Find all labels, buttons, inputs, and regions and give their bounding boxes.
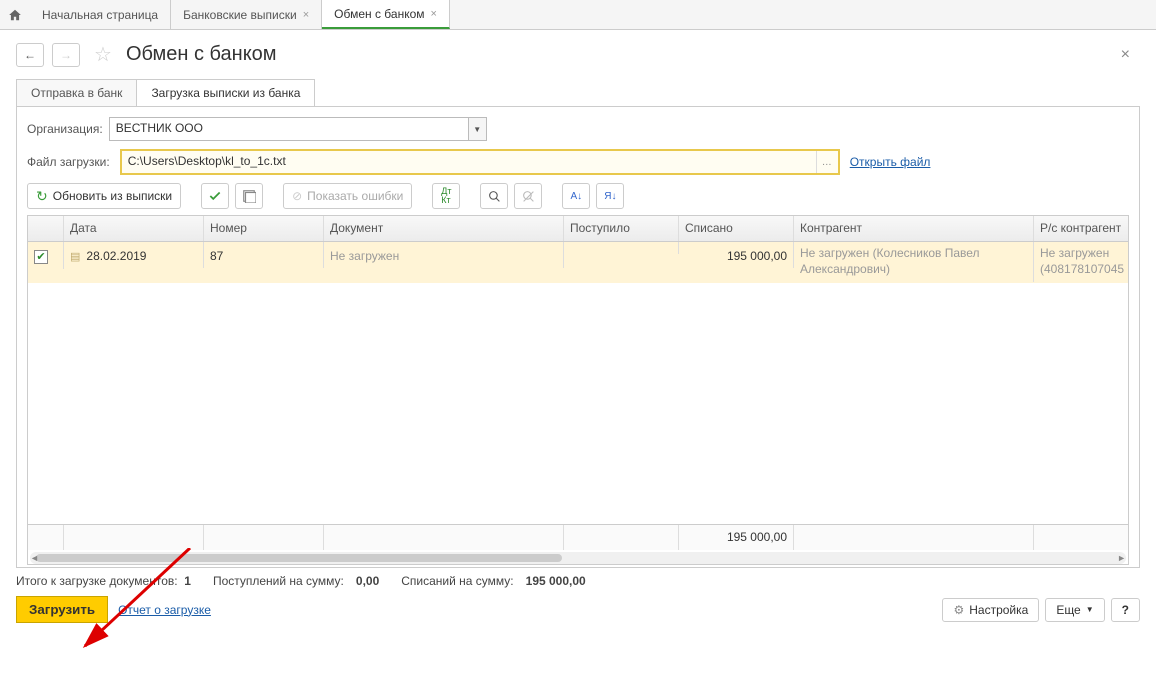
show-errors-button: ⊘ Показать ошибки [283, 183, 412, 209]
row-outgoing: 195 000,00 [679, 242, 794, 268]
tab-home[interactable]: Начальная страница [30, 0, 171, 29]
subtab-send[interactable]: Отправка в банк [16, 79, 137, 106]
sub-tabs: Отправка в банк Загрузка выписки из банк… [16, 79, 1140, 106]
summary-line: Итого к загрузке документов: 1 Поступлен… [16, 574, 1140, 588]
file-row: Файл загрузки: C:\Users\Desktop\kl_to_1c… [27, 149, 1129, 175]
checkbox-icon[interactable]: ✔ [34, 250, 48, 264]
tab-label: Обмен с банком [334, 7, 424, 21]
open-file-link[interactable]: Открыть файл [850, 155, 931, 169]
statement-table: Дата Номер Документ Поступило Списано Ко… [27, 215, 1129, 565]
more-button[interactable]: Еще ▼ [1045, 598, 1104, 622]
chevron-down-icon: ▼ [1086, 605, 1094, 614]
in-label: Поступлений на сумму: [213, 574, 344, 588]
settings-button[interactable]: ⚙ Настройка [942, 598, 1039, 622]
org-value: ВЕСТНИК ООО [110, 118, 468, 140]
sort-asc-icon[interactable]: А↓ [562, 183, 590, 209]
docs-label: Итого к загрузке документов: [16, 574, 178, 588]
col-account[interactable]: Р/с контрагент [1034, 216, 1129, 241]
sort-desc-icon[interactable]: Я↓ [596, 183, 624, 209]
check-all-icon[interactable] [201, 183, 229, 209]
row-date: ▤28.02.2019 [64, 242, 204, 268]
footer-total-out: 195 000,00 [679, 525, 794, 550]
favorite-icon[interactable]: ☆ [88, 42, 118, 67]
show-errors-label: Показать ошибки [307, 189, 403, 203]
subtab-load[interactable]: Загрузка выписки из банка [136, 79, 315, 106]
row-number: 87 [204, 242, 324, 268]
document-icon: ▤ [70, 251, 80, 263]
footer-bar: Загрузить Отчет о загрузке ⚙ Настройка Е… [16, 596, 1140, 623]
top-tab-bar: Начальная страница Банковские выписки × … [0, 0, 1156, 30]
row-incoming [564, 242, 679, 254]
scroll-left-icon[interactable]: ◄ [30, 553, 39, 563]
refresh-label: Обновить из выписки [53, 189, 172, 203]
org-select[interactable]: ВЕСТНИК ООО ▼ [109, 117, 487, 141]
refresh-icon: ↻ [36, 188, 48, 205]
forward-button[interactable]: → [52, 43, 80, 67]
home-icon[interactable] [0, 0, 30, 29]
search-icon[interactable] [480, 183, 508, 209]
horizontal-scrollbar[interactable]: ◄ ► [30, 552, 1126, 564]
out-value: 195 000,00 [526, 574, 586, 588]
col-check[interactable] [28, 216, 64, 241]
search-clear-icon[interactable] [514, 183, 542, 209]
col-number[interactable]: Номер [204, 216, 324, 241]
tab-statements[interactable]: Банковские выписки × [171, 0, 322, 29]
table-header: Дата Номер Документ Поступило Списано Ко… [28, 216, 1128, 242]
tab-label: Банковские выписки [183, 8, 297, 22]
in-value: 0,00 [356, 574, 379, 588]
col-counterparty[interactable]: Контрагент [794, 216, 1034, 241]
gear-icon: ⚙ [953, 603, 964, 617]
docs-count: 1 [184, 574, 191, 588]
close-window-icon[interactable]: × [1121, 46, 1140, 64]
browse-button[interactable]: … [816, 151, 838, 173]
col-outgoing[interactable]: Списано [679, 216, 794, 241]
file-label: Файл загрузки: [27, 155, 110, 169]
file-input[interactable]: C:\Users\Desktop\kl_to_1c.txt … [120, 149, 840, 175]
table-footer: 195 000,00 [28, 524, 1128, 550]
row-document: Не загружен [324, 242, 564, 268]
settings-label: Настройка [969, 603, 1028, 617]
close-icon[interactable]: × [303, 9, 309, 21]
org-row: Организация: ВЕСТНИК ООО ▼ [27, 117, 1129, 141]
table-body: ✔ ▤28.02.2019 87 Не загружен 195 000,00 … [28, 242, 1128, 522]
out-label: Списаний на сумму: [401, 574, 513, 588]
col-document[interactable]: Документ [324, 216, 564, 241]
refresh-button[interactable]: ↻ Обновить из выписки [27, 183, 181, 209]
error-icon: ⊘ [292, 189, 302, 203]
help-button[interactable]: ? [1111, 598, 1140, 622]
row-account: Не загружен (408178107045 [1034, 242, 1129, 282]
more-label: Еще [1056, 603, 1080, 617]
col-incoming[interactable]: Поступило [564, 216, 679, 241]
tab-exchange[interactable]: Обмен с банком × [322, 0, 450, 29]
col-date[interactable]: Дата [64, 216, 204, 241]
toolbar: ↻ Обновить из выписки ⊘ Показать ошибки … [27, 183, 1129, 209]
page-title: Обмен с банком [126, 43, 277, 66]
chevron-down-icon[interactable]: ▼ [468, 118, 486, 140]
file-value: C:\Users\Desktop\kl_to_1c.txt [122, 151, 816, 173]
back-button[interactable]: ← [16, 43, 44, 67]
row-checkbox-cell[interactable]: ✔ [28, 242, 64, 269]
scroll-thumb[interactable] [36, 554, 562, 562]
uncheck-all-icon[interactable] [235, 183, 263, 209]
dtkt-icon[interactable]: Дт Кт [432, 183, 460, 209]
page-header: ← → ☆ Обмен с банком × [0, 30, 1156, 75]
table-row[interactable]: ✔ ▤28.02.2019 87 Не загружен 195 000,00 … [28, 242, 1128, 284]
scroll-right-icon[interactable]: ► [1117, 553, 1126, 563]
org-label: Организация: [27, 122, 103, 136]
content-box: Организация: ВЕСТНИК ООО ▼ Файл загрузки… [16, 106, 1140, 568]
close-icon[interactable]: × [431, 8, 437, 20]
row-counterparty: Не загружен (Колесников Павел Александро… [794, 242, 1034, 282]
tab-label: Начальная страница [42, 8, 158, 22]
load-button[interactable]: Загрузить [16, 596, 108, 623]
load-report-link[interactable]: Отчет о загрузке [118, 603, 211, 617]
